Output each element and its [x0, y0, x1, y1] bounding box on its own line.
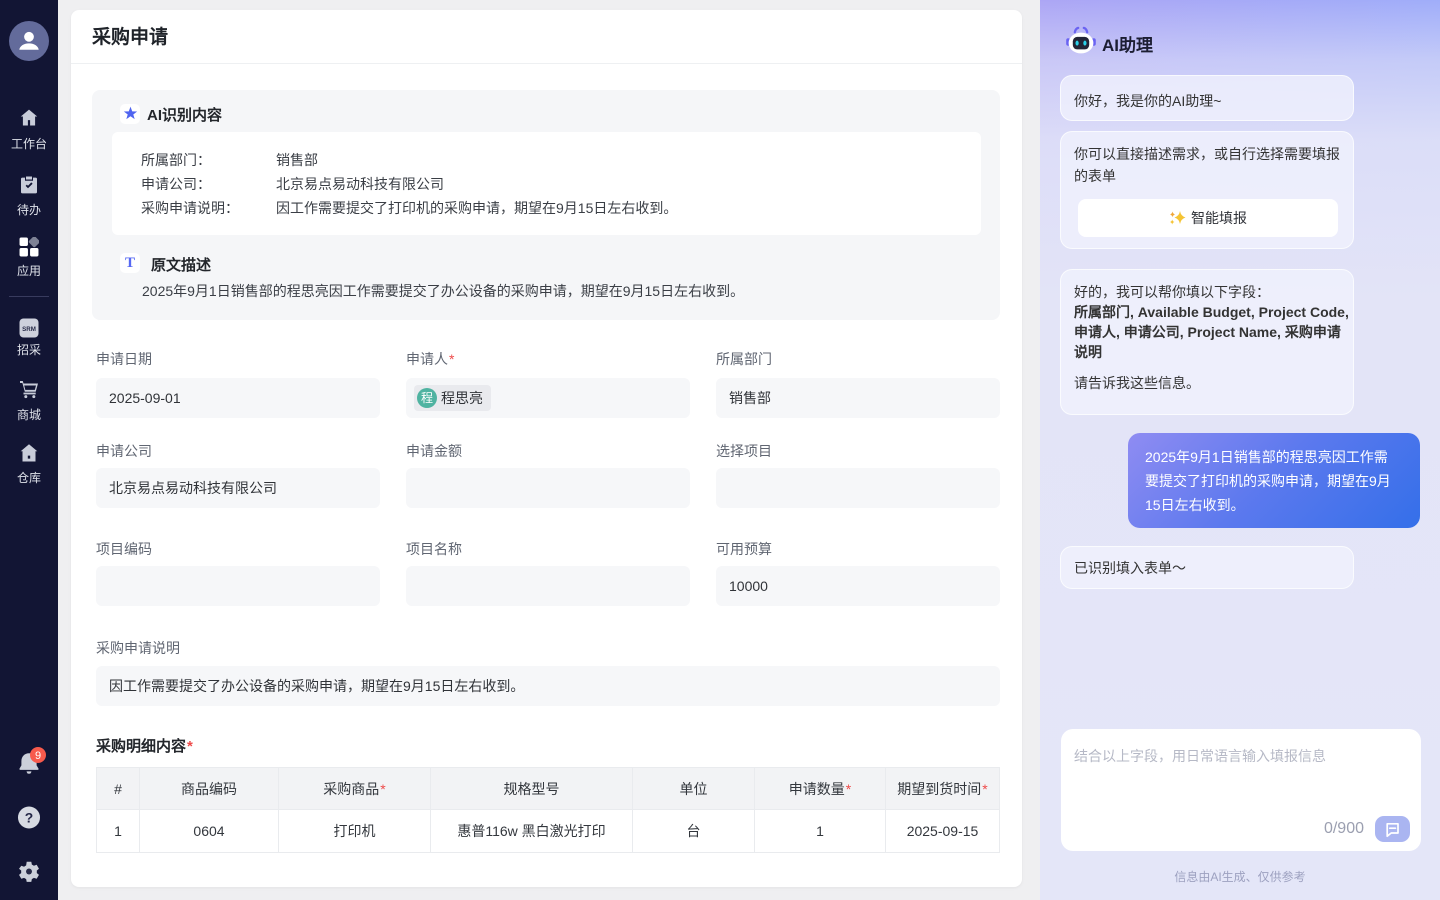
svg-text:?: ?	[25, 809, 33, 825]
svg-text:SRM: SRM	[22, 326, 36, 333]
svg-text:9: 9	[35, 750, 41, 762]
